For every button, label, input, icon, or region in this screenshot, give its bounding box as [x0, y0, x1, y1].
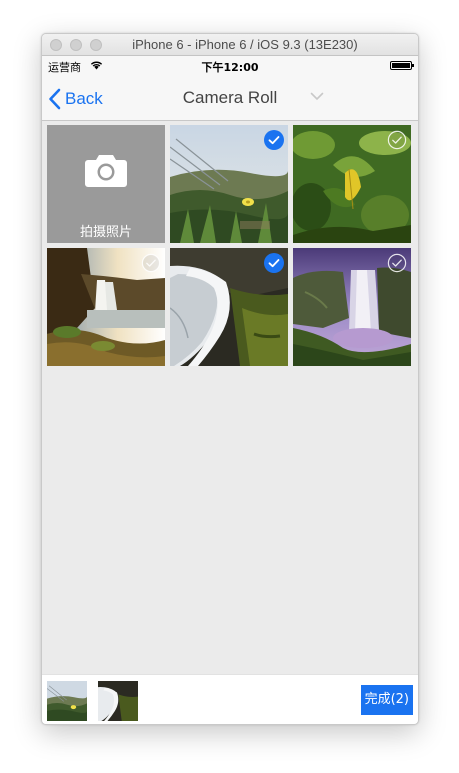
unselected-check-icon[interactable] — [387, 253, 407, 273]
status-bar: 运营商 下午12:00 — [42, 56, 418, 76]
navigation-bar: Back Camera Roll — [42, 76, 418, 121]
photo-cell[interactable] — [47, 248, 165, 366]
chevron-down-icon[interactable] — [310, 92, 324, 101]
camera-icon — [85, 155, 127, 187]
long-exposure-waterfall-photo — [98, 681, 138, 721]
album-title[interactable]: Camera Roll — [183, 88, 277, 108]
selection-bar: 完成(2) — [42, 674, 418, 724]
window-title: iPhone 6 - iPhone 6 / iOS 9.3 (13E230) — [132, 37, 358, 52]
simulator-titlebar: iPhone 6 - iPhone 6 / iOS 9.3 (13E230) — [42, 34, 418, 56]
take-photo-label: 拍摄照片 — [79, 225, 132, 240]
selected-check-icon[interactable] — [264, 253, 284, 273]
battery-icon — [390, 61, 414, 70]
selected-thumbnail[interactable] — [47, 681, 87, 721]
photo-cell[interactable] — [293, 125, 411, 243]
unselected-check-icon[interactable] — [387, 130, 407, 150]
unselected-check-icon[interactable] — [141, 253, 161, 273]
simulator-window: iPhone 6 - iPhone 6 / iOS 9.3 (13E230) 运… — [41, 33, 419, 725]
selected-check-icon[interactable] — [264, 130, 284, 150]
photo-cell[interactable] — [170, 248, 288, 366]
photo-cell[interactable] — [170, 125, 288, 243]
done-button[interactable]: 完成(2) — [360, 685, 413, 715]
selected-thumbnail[interactable] — [98, 681, 138, 721]
status-time: 下午12:00 — [201, 61, 259, 74]
photo-cell[interactable] — [293, 248, 411, 366]
take-photo-cell[interactable]: 拍摄照片 — [47, 125, 165, 243]
grass-flower-photo — [47, 681, 87, 721]
